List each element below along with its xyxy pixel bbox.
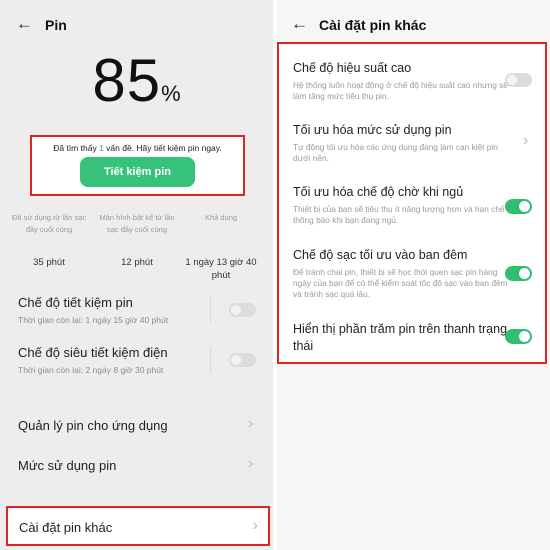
sleep-standby-item[interactable]: Tối ưu hóa chế độ chờ khi ngủ Thiết bị c…	[293, 184, 513, 226]
battery-usage-link[interactable]: Mức sử dụng pin	[18, 458, 116, 473]
battery-saver-toggle[interactable]	[229, 303, 256, 317]
battery-percentage: 85%	[0, 46, 273, 115]
settings-list: Chế độ hiệu suất cao Hệ thống luôn hoạt …	[277, 42, 547, 364]
super-saver-title[interactable]: Chế độ siêu tiết kiệm điện	[18, 345, 168, 360]
show-percentage-toggle[interactable]	[505, 329, 532, 344]
back-arrow-icon[interactable]: ←	[291, 14, 308, 34]
save-battery-button[interactable]: Tiết kiệm pin	[80, 157, 195, 187]
chevron-right-icon: ›	[252, 517, 258, 534]
high-performance-item[interactable]: Chế độ hiệu suất cao Hệ thống luôn hoạt …	[293, 60, 513, 102]
stat-value: 35 phút	[33, 257, 65, 268]
stat-value: 12 phút	[121, 257, 153, 268]
battery-number: 85	[92, 47, 162, 114]
divider	[210, 347, 211, 373]
battery-screen: ← Pin 85% Đã tìm thấy 1 vấn đề. Hãy tiết…	[0, 0, 273, 550]
item-title: Tối ưu hóa mức sử dụng pin	[293, 123, 452, 137]
app-battery-management-link[interactable]: Quản lý pin cho ứng dụng	[18, 418, 168, 433]
alert-message: Đã tìm thấy 1 vấn đề. Hãy tiết kiệm pin …	[53, 143, 222, 153]
more-battery-settings-link[interactable]: Cài đặt pin khác ›	[6, 506, 270, 546]
page-title: Pin	[45, 17, 67, 33]
page-title: Cài đặt pin khác	[319, 17, 427, 33]
night-charging-item[interactable]: Chế độ sạc tối ưu vào ban đêm Để tránh c…	[293, 247, 513, 300]
battery-saver-remaining: Thời gian còn lại: 1 ngày 15 giờ 40 phút	[18, 315, 169, 325]
battery-issue-alert: Đã tìm thấy 1 vấn đề. Hãy tiết kiệm pin …	[30, 135, 245, 196]
item-title: Chế độ hiệu suất cao	[293, 61, 412, 75]
chevron-right-icon: ›	[248, 455, 254, 472]
stat-value: 1 ngày 13 giờ 40 phút	[185, 257, 257, 281]
optimize-battery-usage-item[interactable]: Tối ưu hóa mức sử dụng pin Tự động tối ư…	[293, 122, 513, 164]
item-title: Tối ưu hóa chế độ chờ khi ngủ	[293, 185, 464, 199]
high-performance-toggle[interactable]	[505, 73, 532, 87]
super-saver-toggle[interactable]	[229, 353, 256, 367]
item-title: Chế độ sạc tối ưu vào ban đêm	[293, 248, 468, 262]
back-arrow-icon[interactable]: ←	[16, 14, 33, 34]
night-charging-toggle[interactable]	[505, 266, 532, 281]
chevron-right-icon: ›	[248, 415, 254, 432]
stat-label: Đã sử dụng từ lần sạc đầy cuối cùng	[11, 213, 87, 234]
battery-unit: %	[161, 81, 181, 106]
battery-saver-title[interactable]: Chế độ tiết kiệm pin	[18, 295, 133, 310]
stat-used-since-charge: Đã sử dụng từ lần sạc đầy cuối cùng 35 p…	[8, 212, 90, 269]
stat-available: Khả dụng 1 ngày 13 giờ 40 phút	[180, 212, 262, 282]
super-saver-remaining: Thời gian còn lại: 2 ngày 8 giờ 30 phút	[18, 365, 164, 375]
chevron-right-icon: ›	[523, 132, 529, 149]
item-description: Tự động tối ưu hóa các ứng dụng đang làm…	[293, 142, 498, 163]
stat-label: Khả dụng	[204, 213, 238, 222]
more-battery-settings-label: Cài đặt pin khác	[19, 520, 113, 535]
sleep-standby-toggle[interactable]	[505, 199, 532, 214]
divider	[210, 297, 211, 323]
item-description: Hệ thống luôn hoạt động ở chế độ hiệu su…	[293, 80, 508, 101]
item-description: Thiết bị của bạn sẽ tiêu thụ ít năng lượ…	[293, 204, 505, 225]
item-description: Để tránh chai pin, thiết bị sẽ học thói …	[293, 267, 508, 299]
show-percentage-item[interactable]: Hiển thị phần trăm pin trên thanh trạng …	[293, 321, 513, 355]
item-title: Hiển thị phần trăm pin trên thanh trạng …	[293, 322, 508, 353]
stat-label: Màn hình bật kể từ lần sạc đầy cuối cùng	[99, 213, 175, 234]
stat-screen-on: Màn hình bật kể từ lần sạc đầy cuối cùng…	[96, 212, 178, 269]
